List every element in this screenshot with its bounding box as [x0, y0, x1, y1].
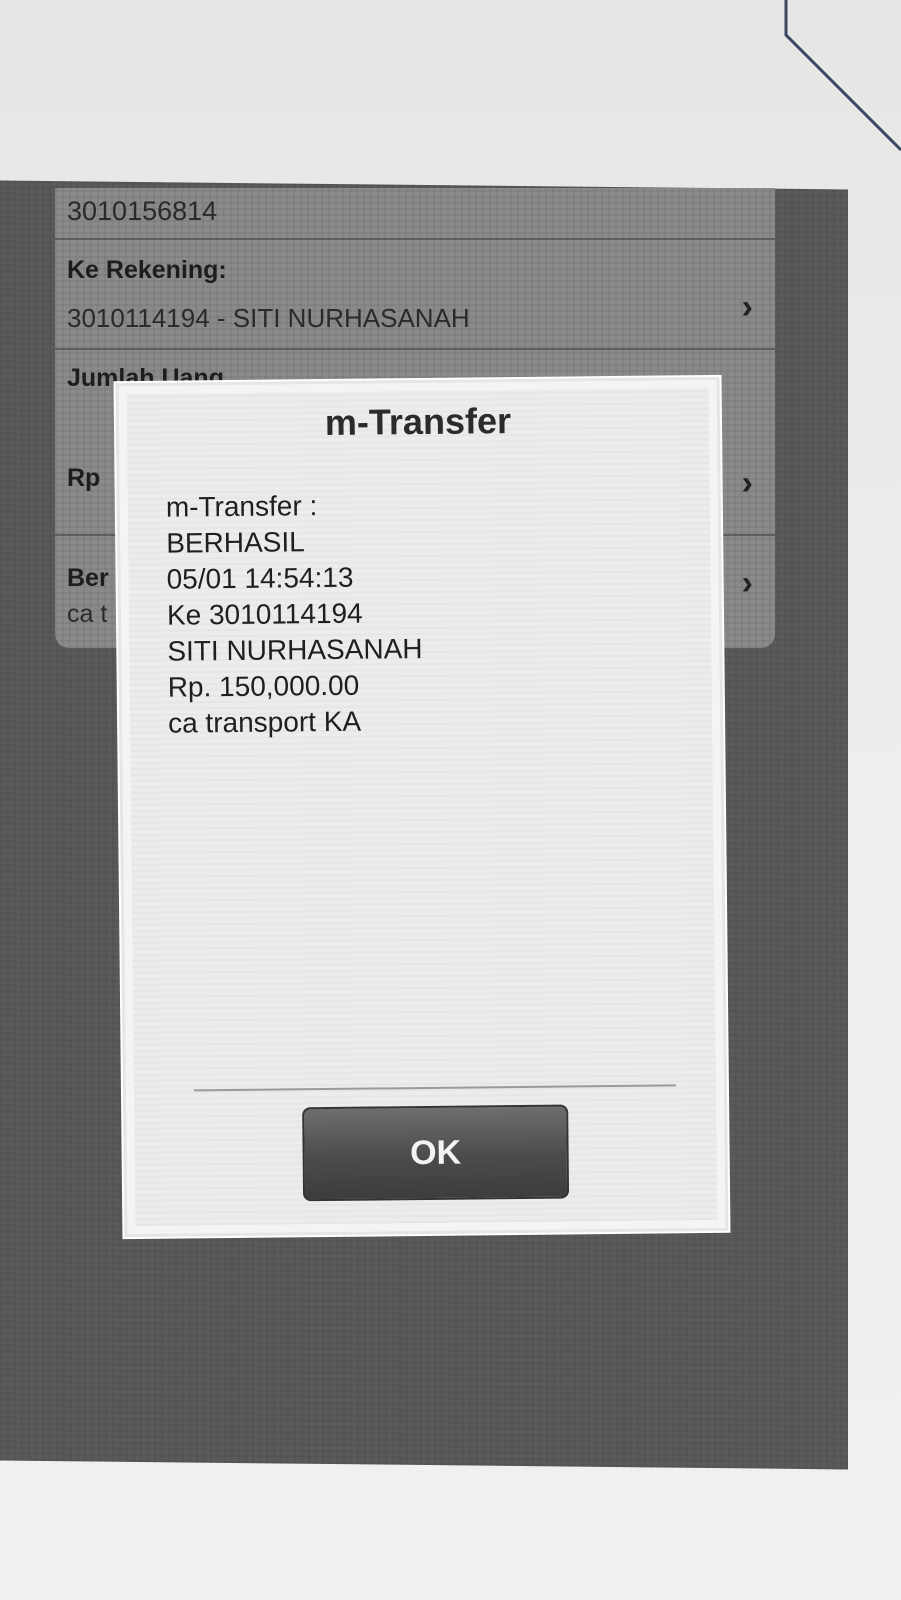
message-line-account: Ke 3010114194 — [166, 597, 363, 631]
dialog-title: m-Transfer — [324, 400, 512, 443]
chevron-right-icon[interactable]: › — [742, 288, 753, 327]
chevron-right-icon[interactable]: › — [742, 564, 753, 603]
message-line-header: m-Transfer : — [165, 490, 318, 523]
message-line-datetime: 05/01 14:54:13 — [166, 561, 354, 595]
divider — [55, 238, 775, 240]
chevron-right-icon[interactable]: › — [742, 464, 753, 503]
from-account-value: 3010156814 — [67, 196, 218, 226]
message-line-amount: Rp. 150,000.00 — [167, 669, 360, 703]
transfer-result-dialog: m-Transfer m-Transfer : BERHASIL 05/01 1… — [115, 376, 729, 1238]
message-line-recipient: SITI NURHASANAH — [167, 632, 423, 667]
to-account-value[interactable]: 3010114194 - SITI NURHASANAH — [67, 303, 775, 334]
to-account-label: Ke Rekening: — [67, 256, 227, 284]
dialog-panel: m-Transfer m-Transfer : BERHASIL 05/01 1… — [126, 387, 718, 1227]
dialog-divider — [193, 1084, 676, 1092]
message-line-note: ca transport KA — [167, 705, 362, 739]
message-line-status: BERHASIL — [166, 526, 305, 559]
ok-button[interactable]: OK — [302, 1104, 570, 1202]
paper-corner-line — [784, 0, 901, 152]
dialog-message: m-Transfer : BERHASIL 05/01 14:54:13 Ke … — [166, 487, 424, 742]
divider — [55, 348, 775, 350]
